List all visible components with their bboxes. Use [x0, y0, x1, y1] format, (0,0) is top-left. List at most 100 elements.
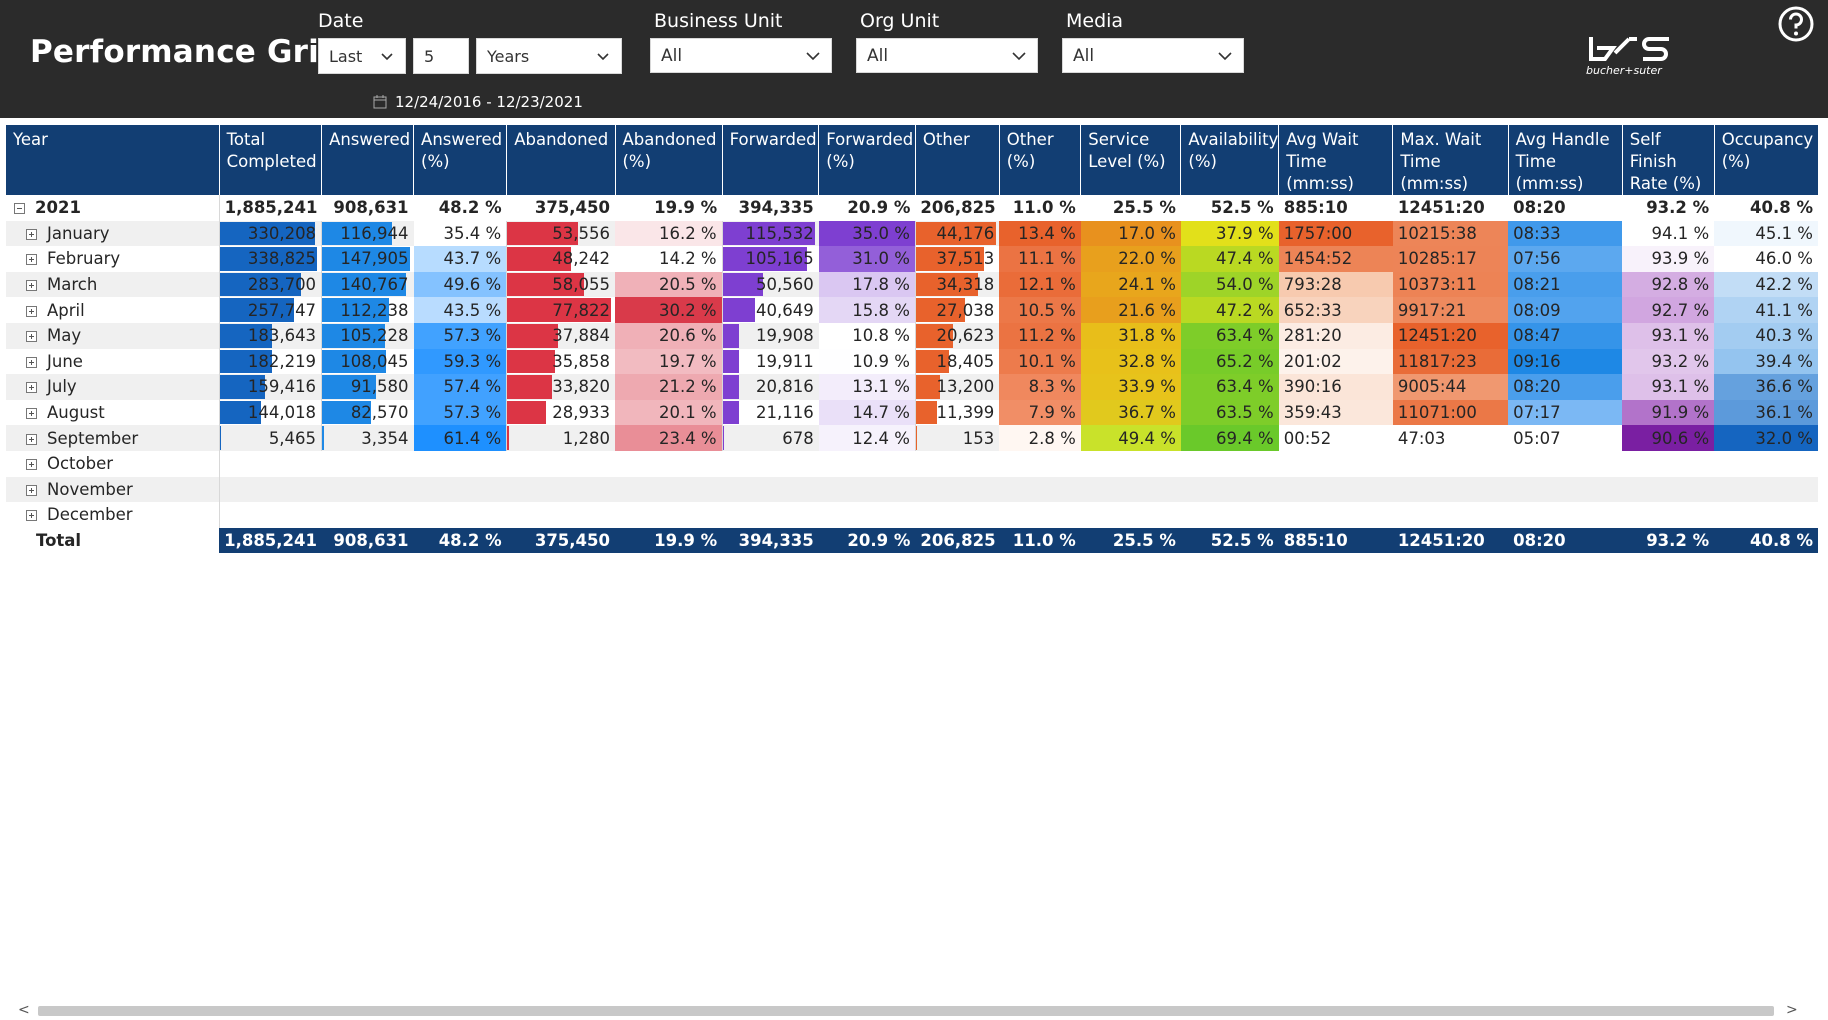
cell-value: 35,858 [552, 351, 610, 371]
org-unit-dropdown[interactable]: All [856, 38, 1038, 73]
media-dropdown[interactable]: All [1062, 38, 1244, 73]
column-header[interactable]: Abandoned [506, 125, 615, 195]
expand-icon[interactable] [26, 433, 37, 445]
date-count-input[interactable]: 5 [413, 38, 469, 74]
grid-cell: 20.9 % [819, 195, 916, 221]
cell-value: 17.8 % [852, 275, 910, 295]
grid-cell [1508, 502, 1622, 528]
date-mode-dropdown[interactable]: Last [318, 38, 406, 74]
column-header[interactable]: Avg Wait Time (mm:ss) [1278, 125, 1393, 195]
grid-cell: 08:09 [1508, 297, 1623, 323]
grid-cell: 394,335 [722, 527, 819, 554]
expand-icon[interactable] [26, 356, 37, 368]
grid-cell: 13.1 % [818, 374, 916, 400]
grid-cell [1714, 502, 1818, 528]
grid-cell: 31.0 % [818, 246, 916, 272]
cell-value: 13.1 % [852, 377, 910, 397]
grid-cell [819, 451, 916, 477]
column-header[interactable]: Self Finish Rate (%) [1621, 125, 1715, 195]
column-header[interactable]: Answered (%) [413, 125, 507, 195]
column-header[interactable]: Other [914, 125, 1000, 195]
grid-cell [1181, 451, 1279, 477]
row-label: 2021 [6, 195, 220, 221]
grid-cell: 10285:17 [1392, 246, 1509, 272]
cell-value: 30.2 % [658, 300, 717, 320]
column-header[interactable]: Forwarded [721, 125, 819, 195]
grid-cell: 33,820 [506, 374, 615, 400]
cell-value: 31.8 % [1118, 326, 1176, 346]
grid-cell: 63.4 % [1180, 374, 1279, 400]
grid-cell: 37.9 % [1180, 220, 1279, 247]
expand-icon[interactable] [26, 459, 37, 471]
row-label: April [6, 297, 220, 323]
grid-cell [507, 502, 615, 528]
scroll-left-icon[interactable]: < [18, 1002, 30, 1018]
grid-cell: 12.1 % [999, 271, 1081, 298]
business-unit-dropdown[interactable]: All [650, 38, 832, 73]
column-header[interactable]: Availability (%) [1180, 125, 1279, 195]
expand-icon[interactable] [26, 280, 37, 292]
expand-icon[interactable] [26, 254, 37, 266]
row-label-text: September [47, 428, 139, 448]
row-label-text: December [47, 505, 133, 525]
question-circle-icon[interactable] [1777, 5, 1815, 43]
cell-value: 63.4 % [1216, 326, 1274, 346]
chevron-down-icon [597, 53, 609, 61]
cell-value: 40.8 % [1750, 531, 1813, 551]
column-header[interactable]: Year [6, 125, 220, 195]
grid-cell: 10373:11 [1392, 271, 1509, 298]
cell-value: 10215:38 [1397, 223, 1477, 243]
cell-value: 13,200 [936, 377, 995, 397]
grid-cell: 61.4 % [413, 425, 507, 451]
cell-value: 678 [782, 428, 814, 448]
column-header[interactable]: Abandoned (%) [614, 125, 723, 195]
date-unit-dropdown[interactable]: Years [476, 38, 622, 74]
expand-icon[interactable] [26, 331, 37, 343]
cell-value: 10.5 % [1018, 300, 1076, 320]
cell-value: 90.6 % [1651, 428, 1710, 448]
cell-value: 93.2 % [1651, 351, 1710, 371]
scrollbar-thumb[interactable] [38, 1006, 1774, 1016]
expand-icon[interactable] [26, 305, 37, 317]
grid-cell: 47.4 % [1180, 246, 1279, 272]
cell-value: 390:16 [1283, 377, 1342, 397]
column-header[interactable]: Total Completed [218, 125, 322, 195]
cell-value: 58,055 [552, 275, 610, 295]
cell-value: 25.5 % [1112, 198, 1176, 218]
month-row: May 183,643 105,228 57.3 % 37,884 20.6 % 19,90… [6, 322, 1818, 349]
grid-cell: 678 [721, 425, 819, 451]
grid-cell: 10215:38 [1392, 220, 1509, 247]
cell-value: 63.4 % [1216, 377, 1274, 397]
collapse-icon[interactable] [14, 203, 25, 215]
grid-cell: 08:20 [1508, 195, 1622, 221]
horizontal-scrollbar[interactable]: < > [8, 1002, 1828, 1018]
grid-cell [915, 451, 999, 477]
grid-cell: 63.4 % [1180, 322, 1279, 349]
row-label: June [6, 348, 220, 375]
scroll-right-icon[interactable]: > [1786, 1002, 1798, 1018]
cell-value: 49.6 % [443, 275, 502, 295]
grid-cell: 47.2 % [1180, 297, 1279, 323]
expand-icon[interactable] [26, 382, 37, 394]
column-header[interactable]: Answered [321, 125, 414, 195]
cell-value: 57.3 % [443, 403, 502, 423]
grid-cell [1508, 451, 1622, 477]
cell-value: 63.5 % [1216, 403, 1274, 423]
expand-icon[interactable] [26, 510, 37, 522]
column-header[interactable]: Forwarded (%) [818, 125, 916, 195]
column-header[interactable]: Avg Handle Time (mm:ss) [1507, 125, 1623, 195]
column-header[interactable]: Other (%) [998, 125, 1081, 195]
cell-value: 57.3 % [443, 326, 502, 346]
expand-icon[interactable] [26, 228, 37, 240]
column-header[interactable]: Occupancy (%) [1713, 125, 1818, 195]
expand-icon[interactable] [26, 408, 37, 420]
row-label-text: August [47, 403, 105, 423]
cell-value: 281:20 [1283, 326, 1342, 346]
data-bar [723, 349, 739, 374]
cell-value: 17.0 % [1118, 223, 1176, 243]
column-header[interactable]: Max. Wait Time (mm:ss) [1392, 125, 1509, 195]
expand-icon[interactable] [26, 484, 37, 496]
row-label: September [6, 425, 220, 451]
column-header[interactable]: Service Level (%) [1080, 125, 1181, 195]
cell-value: 11.0 % [1012, 198, 1076, 218]
